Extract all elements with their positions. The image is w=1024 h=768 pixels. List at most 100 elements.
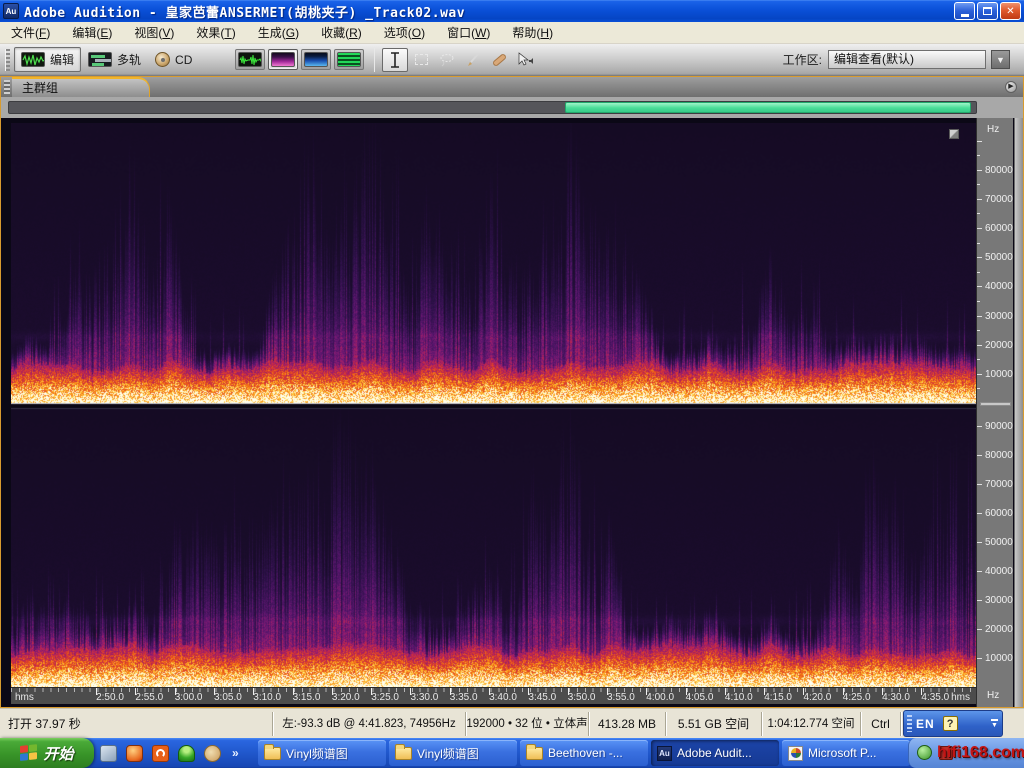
- menu-item[interactable]: 编辑(E): [61, 22, 123, 44]
- menu-item[interactable]: 窗口(W): [436, 22, 501, 44]
- panel-menu-button[interactable]: ▶: [1005, 81, 1017, 93]
- restore-button[interactable]: [977, 2, 998, 20]
- menu-item[interactable]: 生成(G): [247, 22, 310, 44]
- freq-ruler-minor-tick: [977, 330, 980, 331]
- panel-grip[interactable]: [4, 80, 10, 94]
- taskbar-task-button[interactable]: Vinyl频谱图: [389, 740, 517, 766]
- effects-paintbrush-tool-button[interactable]: [460, 48, 486, 72]
- time-tick-label: 3:10.0: [253, 692, 281, 703]
- time-tick-label: 3:45.0: [528, 692, 556, 703]
- tab-main-group[interactable]: 主群组: [12, 77, 150, 97]
- gray-app-icon[interactable]: [100, 745, 117, 762]
- freq-ruler-major-tick: [977, 286, 982, 287]
- time-tick-label: 4:00.0: [646, 692, 674, 703]
- freq-tick-label: 40000: [985, 566, 1013, 577]
- freq-ruler-major-tick: [977, 658, 982, 659]
- menu-item[interactable]: 视图(V): [123, 22, 185, 44]
- close-icon: ✕: [1006, 6, 1014, 17]
- orange-swirl-icon[interactable]: [152, 745, 169, 762]
- restore-icon: [983, 7, 992, 15]
- scrub-tool-button[interactable]: [512, 48, 538, 72]
- orange-figure-icon[interactable]: [126, 745, 143, 762]
- edit-waveform-icon: [21, 52, 45, 67]
- title-bar: Au Adobe Audition - 皇家芭蕾ANSERMET(胡桃夹子) _…: [0, 0, 1024, 22]
- freq-ruler-major-tick: [977, 426, 982, 427]
- language-indicator[interactable]: EN: [916, 717, 935, 731]
- time-tick-label: 3:50.0: [568, 692, 596, 703]
- language-help-button[interactable]: ?: [943, 716, 958, 731]
- taskbar-task-button[interactable]: Microsoft P...: [782, 740, 910, 766]
- minimize-button[interactable]: [954, 2, 975, 20]
- freq-tick-label: 80000: [985, 165, 1013, 176]
- main-panel-group: 主群组 ▶ 8000070000600005000040000300002000…: [0, 76, 1024, 708]
- audition-icon: Au: [657, 746, 672, 761]
- language-bar-options-icon[interactable]: ▼: [991, 723, 998, 729]
- cd-button[interactable]: CD: [148, 48, 199, 71]
- freq-tick-label: 50000: [985, 252, 1013, 263]
- freq-ruler-major-tick: [977, 455, 982, 456]
- marquee-selection-tool-button[interactable]: [408, 48, 434, 72]
- spectral-phase-view-icon: [337, 52, 361, 67]
- task-label: Vinyl频谱图: [417, 745, 479, 762]
- waveform-view-button[interactable]: [235, 49, 265, 70]
- start-button-label: 开始: [43, 743, 73, 764]
- menu-item[interactable]: 效果(T): [185, 22, 246, 44]
- freq-tick-label: 30000: [985, 311, 1013, 322]
- freq-ruler-major-tick: [977, 228, 982, 229]
- spectrogram-canvas[interactable]: [11, 123, 976, 687]
- status-file-size: 413.28 MB: [589, 712, 666, 736]
- menu-item[interactable]: 文件(F): [0, 22, 61, 44]
- folder-icon: [526, 747, 543, 760]
- spectral-display-panel: 8000070000600005000040000300002000010000…: [1, 118, 1023, 707]
- lasso-selection-tool-button[interactable]: [434, 48, 460, 72]
- navigator-view-range[interactable]: [565, 102, 971, 113]
- toolbar-grip[interactable]: [5, 49, 10, 71]
- spot-healing-brush-tool-button[interactable]: [486, 48, 512, 72]
- spectral-frequency-view-icon: [271, 52, 295, 67]
- status-modifier-key: Ctrl: [861, 712, 901, 736]
- tray-green-icon[interactable]: [917, 745, 932, 760]
- language-bar-minimize-icon[interactable]: [991, 719, 998, 721]
- workspace-combobox[interactable]: 编辑查看(默认): [828, 50, 986, 69]
- time-tick-label: 3:00.0: [175, 692, 203, 703]
- multitrack-button[interactable]: 多轨: [81, 47, 148, 72]
- time-selection-tool-button[interactable]: [382, 48, 408, 72]
- freq-ruler-major-tick: [977, 374, 982, 375]
- marquee-icon: [415, 54, 428, 65]
- taskbar-task-button[interactable]: Au Adobe Audit...: [651, 740, 779, 766]
- navigator-track[interactable]: [8, 101, 977, 114]
- workspace-dropdown-arrow[interactable]: ▼: [991, 50, 1010, 69]
- taskbar-tasks: Vinyl频谱图 Vinyl频谱图 Beethoven -... Au Adobe Au…: [258, 740, 910, 766]
- spectral-frequency-view-button[interactable]: [268, 49, 298, 70]
- healing-brush-icon: [492, 52, 507, 66]
- green-person-icon[interactable]: [178, 745, 195, 762]
- spectral-pan-view-button[interactable]: [301, 49, 331, 70]
- start-button[interactable]: 开始: [0, 738, 94, 768]
- frequency-ruler[interactable]: 8000070000600005000040000300002000010000…: [976, 118, 1013, 707]
- status-message: 打开 37.97 秒: [0, 712, 273, 736]
- close-button[interactable]: ✕: [1000, 2, 1021, 20]
- minimize-icon: [961, 14, 969, 17]
- menu-item[interactable]: 收藏(R): [310, 22, 373, 44]
- freq-tick-label: 20000: [985, 340, 1013, 351]
- taskbar-task-button[interactable]: Vinyl频谱图: [258, 740, 386, 766]
- edit-view-button[interactable]: 编辑: [14, 47, 81, 72]
- quick-launch-overflow-chevron[interactable]: »: [232, 746, 239, 760]
- menu-item[interactable]: 帮助(H): [501, 22, 564, 44]
- paintbrush-icon: [465, 52, 481, 68]
- menu-bar: 文件(F)编辑(E)视图(V)效果(T)生成(G)收藏(R)选项(O)窗口(W)…: [0, 22, 1024, 44]
- display-corner-widget[interactable]: [949, 129, 959, 139]
- tan-mascot-icon[interactable]: [204, 745, 221, 762]
- language-bar-grip[interactable]: [907, 715, 912, 732]
- taskbar-task-button[interactable]: Beethoven -...: [520, 740, 648, 766]
- freq-ruler-minor-tick: [977, 184, 980, 185]
- time-ruler[interactable]: hms hms 2:50.02:55.03:00.03:05.03:10.03:…: [11, 687, 976, 704]
- task-label: Beethoven -...: [548, 746, 623, 760]
- menu-item[interactable]: 选项(O): [373, 22, 436, 44]
- waveform-view-icon: [238, 52, 262, 67]
- freq-tick-label: 10000: [985, 369, 1013, 380]
- spectral-phase-view-button[interactable]: [334, 49, 364, 70]
- quick-launch-bar: »: [100, 741, 239, 765]
- vertical-scrollbar[interactable]: [1014, 118, 1023, 707]
- task-label: Adobe Audit...: [677, 746, 752, 760]
